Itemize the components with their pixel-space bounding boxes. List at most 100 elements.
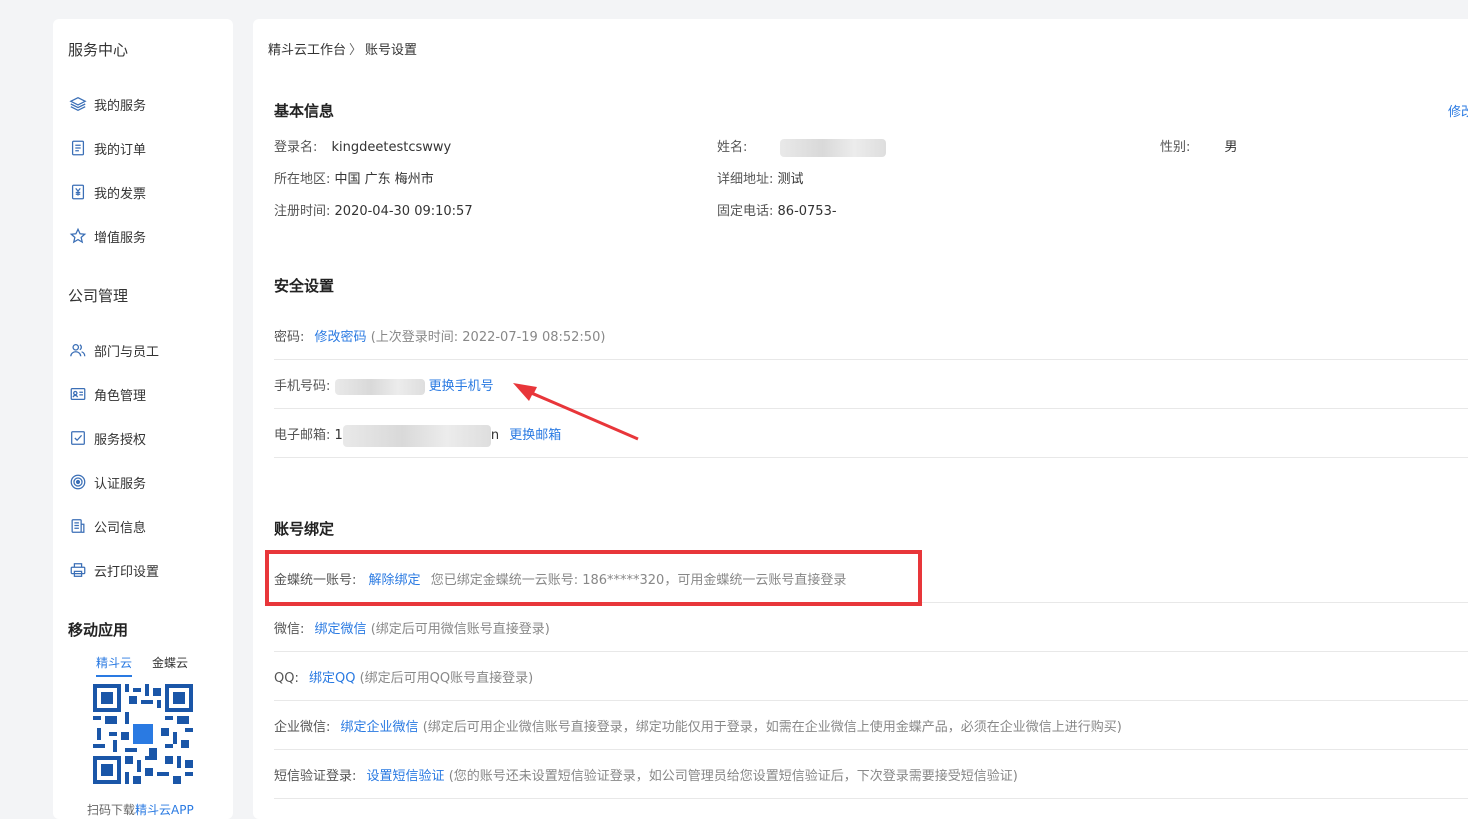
reg-time-label: 注册时间: — [274, 204, 331, 219]
document-icon — [68, 138, 88, 158]
menu-label: 我的发票 — [94, 186, 147, 202]
login-name-value: kingdeetestcswwy — [331, 140, 452, 155]
menu-label: 云打印设置 — [94, 564, 160, 580]
mobile-apps-heading: 移动应用 — [68, 621, 129, 639]
basic-info-title: 基本信息 — [274, 102, 335, 120]
email-label: 电子邮箱: — [274, 428, 331, 443]
bind-wechat-link[interactable]: 绑定微信 — [315, 622, 367, 637]
menu-label: 服务授权 — [94, 432, 147, 448]
tab-jingdouyun[interactable]: 精斗云 — [96, 654, 133, 677]
tab-kingdee-cloud[interactable]: 金蝶云 — [152, 654, 188, 677]
divider — [274, 602, 1468, 603]
id-card-icon — [68, 384, 88, 404]
menu-label: 公司信息 — [94, 520, 147, 536]
main-panel: 精斗云工作台 〉 账号设置 基本信息 修改 登录名: kingdeetestcs… — [253, 19, 1468, 819]
wecom-row: 企业微信: 绑定企业微信 (绑定后可用企业微信账号直接登录，绑定功能仅用于登录，… — [274, 716, 1468, 735]
qr-code-icon — [93, 684, 193, 784]
app-tabs: 精斗云 金蝶云 — [96, 654, 188, 677]
sms-login-label: 短信验证登录: — [274, 769, 357, 784]
password-row: 密码: 修改密码 (上次登录时间: 2022-07-19 08:52:50) — [274, 326, 1468, 345]
menu-item-certification[interactable]: 认证服务 — [68, 470, 146, 494]
login-name-field: 登录名: kingdeetestcswwy — [274, 136, 451, 155]
kingdee-account-row: 金蝶统一账号: 解除绑定 您已绑定金蝶统一云账号: 186*****320，可用… — [274, 569, 1468, 588]
menu-label: 我的服务 — [94, 98, 147, 114]
bind-wecom-link[interactable]: 绑定企业微信 — [341, 720, 419, 735]
region-field: 所在地区: 中国 广东 梅州市 — [274, 168, 434, 187]
binding-title: 账号绑定 — [274, 520, 335, 538]
menu-item-cloud-print[interactable]: 云打印设置 — [68, 558, 159, 582]
divider — [274, 359, 1468, 360]
breadcrumb-current: 账号设置 — [365, 43, 418, 58]
menu-item-departments[interactable]: 部门与员工 — [68, 338, 159, 362]
qq-label: QQ: — [274, 671, 299, 686]
menu-item-my-services[interactable]: 我的服务 — [68, 92, 146, 116]
email-row: 电子邮箱: 1 n 更换邮箱 — [274, 424, 1468, 447]
invoice-icon — [68, 182, 88, 202]
menu-label: 部门与员工 — [94, 344, 160, 360]
unbind-kingdee-link[interactable]: 解除绑定 — [369, 573, 421, 588]
divider — [274, 700, 1468, 701]
change-password-link[interactable]: 修改密码 — [315, 330, 367, 345]
menu-label: 增值服务 — [94, 230, 147, 246]
sidebar: 服务中心 我的服务 我的订单 我的发票 增值服务 公司管理 部门与员工 角色管理… — [53, 19, 233, 819]
service-center-heading: 服务中心 — [68, 41, 129, 59]
layers-icon — [68, 94, 88, 114]
breadcrumb-root[interactable]: 精斗云工作台 — [268, 39, 346, 58]
change-mobile-link[interactable]: 更换手机号 — [429, 379, 494, 394]
menu-item-value-added[interactable]: 增值服务 — [68, 224, 146, 248]
divider — [274, 798, 1468, 799]
edit-basic-info-link[interactable]: 修改 — [1448, 101, 1468, 120]
wechat-label: 微信: — [274, 622, 305, 637]
security-title: 安全设置 — [274, 277, 335, 295]
users-icon — [68, 340, 88, 360]
target-icon — [68, 472, 88, 492]
qr-caption: 扫码下载精斗云APP — [87, 801, 194, 818]
divider — [274, 749, 1468, 750]
breadcrumb-separator: 〉 — [349, 43, 363, 58]
reg-time-field: 注册时间: 2020-04-30 09:10:57 — [274, 200, 473, 219]
kingdee-account-desc: 您已绑定金蝶统一云账号: 186*****320，可用金蝶统一云账号直接登录 — [430, 573, 847, 588]
sms-login-row: 短信验证登录: 设置短信验证 (您的账号还未设置短信验证登录，如公司管理员给您设… — [274, 765, 1468, 784]
email-suffix: n — [490, 428, 500, 443]
phone-label: 固定电话: — [717, 204, 774, 219]
breadcrumb: 精斗云工作台 〉 账号设置 — [268, 39, 417, 58]
email-value-redacted — [342, 424, 491, 447]
gender-field: 性别: 男 — [1160, 136, 1238, 155]
qq-row: QQ: 绑定QQ (绑定后可用QQ账号直接登录) — [274, 667, 1468, 686]
qq-desc: (绑定后可用QQ账号直接登录) — [359, 671, 534, 686]
download-app-link[interactable]: 精斗云APP — [135, 803, 194, 817]
region-label: 所在地区: — [274, 172, 331, 187]
sms-login-desc: (您的账号还未设置短信验证登录，如公司管理员给您设置短信验证后，下次登录需要接受… — [448, 769, 1018, 784]
name-value-redacted — [779, 138, 886, 157]
qr-caption-prefix: 扫码下载 — [87, 803, 136, 817]
phone-field: 固定电话: 86-0753- — [717, 200, 837, 219]
login-name-label: 登录名: — [274, 140, 318, 155]
change-email-link[interactable]: 更换邮箱 — [509, 428, 561, 443]
menu-label: 角色管理 — [94, 388, 147, 404]
kingdee-account-label: 金蝶统一账号: — [274, 573, 357, 588]
last-login-desc: (上次登录时间: 2022-07-19 08:52:50) — [370, 330, 606, 345]
email-prefix: 1 — [334, 428, 343, 443]
building-doc-icon — [68, 516, 88, 536]
menu-item-my-invoices[interactable]: 我的发票 — [68, 180, 146, 204]
menu-item-service-auth[interactable]: 服务授权 — [68, 426, 146, 450]
wechat-row: 微信: 绑定微信 (绑定后可用微信账号直接登录) — [274, 618, 1468, 637]
divider — [274, 651, 1468, 652]
mobile-label: 手机号码: — [274, 379, 331, 394]
setup-sms-link[interactable]: 设置短信验证 — [367, 769, 445, 784]
name-field: 姓名: — [717, 136, 886, 157]
company-management-heading: 公司管理 — [68, 287, 129, 305]
menu-item-roles[interactable]: 角色管理 — [68, 382, 146, 406]
address-label: 详细地址: — [717, 172, 774, 187]
checkbox-icon — [68, 428, 88, 448]
address-value: 测试 — [777, 172, 804, 187]
menu-item-company-info[interactable]: 公司信息 — [68, 514, 146, 538]
region-value: 中国 广东 梅州市 — [334, 172, 434, 187]
mobile-row: 手机号码: 更换手机号 — [274, 375, 1468, 395]
menu-item-my-orders[interactable]: 我的订单 — [68, 136, 146, 160]
reg-time-value: 2020-04-30 09:10:57 — [334, 204, 473, 219]
wecom-label: 企业微信: — [274, 720, 331, 735]
mobile-value-redacted — [334, 378, 425, 395]
bind-qq-link[interactable]: 绑定QQ — [309, 671, 355, 686]
menu-label: 我的订单 — [94, 142, 147, 158]
